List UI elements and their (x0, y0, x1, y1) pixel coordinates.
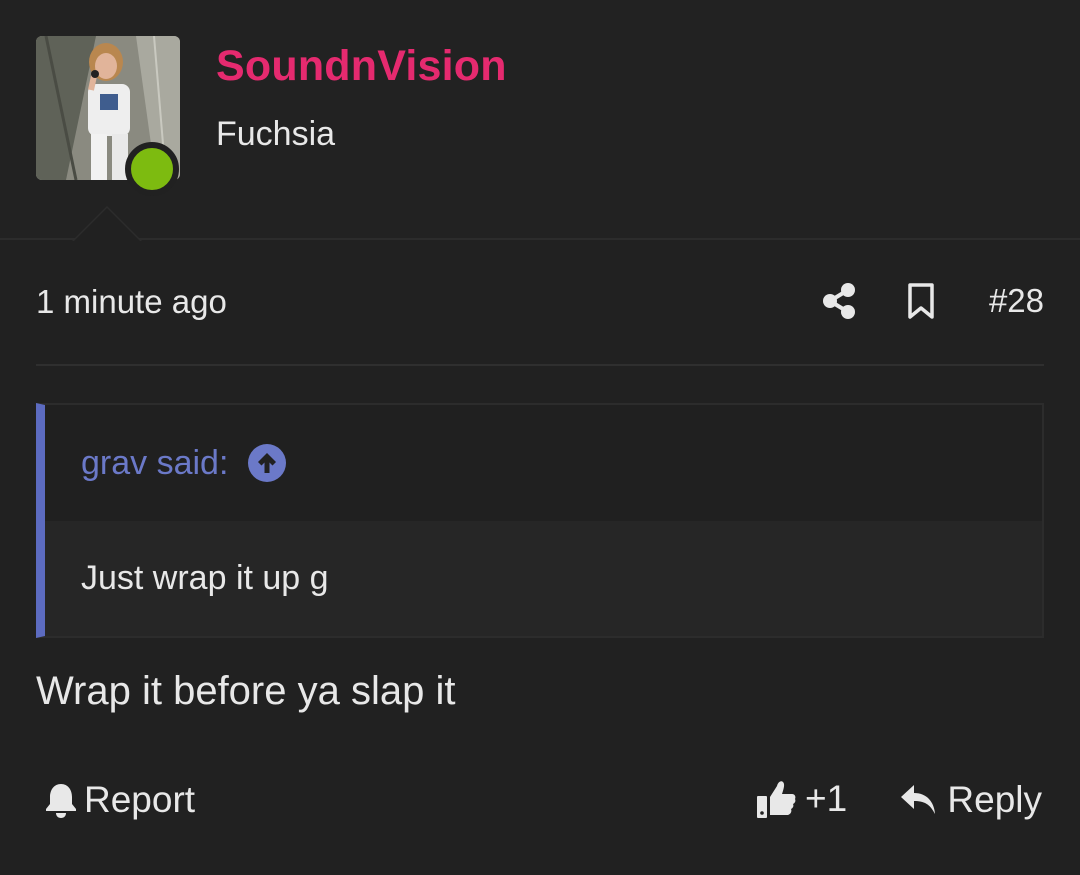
report-label: Report (84, 779, 196, 820)
share-button[interactable] (819, 281, 859, 321)
quote-body: Just wrap it up g (45, 521, 1042, 636)
bookmark-icon (908, 283, 934, 319)
post-header: SoundnVision Fuchsia (0, 0, 1080, 241)
post-number[interactable]: #28 (989, 282, 1044, 320)
bell-icon (46, 784, 76, 818)
user-title: Fuchsia (216, 115, 336, 153)
username[interactable]: SoundnVision (216, 42, 507, 91)
header-pointer (72, 206, 142, 241)
post-message: Wrap it before ya slap it (36, 669, 456, 713)
bookmark-button[interactable] (901, 281, 941, 321)
reply-arrow-icon (901, 785, 936, 814)
like-count: +1 (805, 778, 848, 819)
forum-post: SoundnVision Fuchsia 1 minute ago #28 gr… (0, 0, 1080, 875)
quote-text: Just wrap it up g (81, 559, 329, 597)
post-meta-actions: #28 (819, 276, 1044, 326)
avatar[interactable] (36, 36, 180, 196)
quote-author-link[interactable]: grav said: (81, 444, 228, 483)
report-button[interactable]: Report (44, 777, 195, 823)
post-time[interactable]: 1 minute ago (36, 283, 227, 321)
quote-block: grav said: Just wrap it up g (36, 403, 1044, 638)
thumbs-up-icon (757, 781, 796, 818)
meta-divider (36, 364, 1044, 366)
arrow-up-circle-icon[interactable] (248, 444, 287, 482)
like-button[interactable]: +1 (755, 776, 847, 822)
reply-label: Reply (947, 779, 1042, 820)
share-icon (822, 283, 855, 319)
online-status-dot (125, 142, 179, 196)
reply-button[interactable]: Reply (899, 777, 1042, 823)
quote-header: grav said: (45, 405, 1042, 521)
